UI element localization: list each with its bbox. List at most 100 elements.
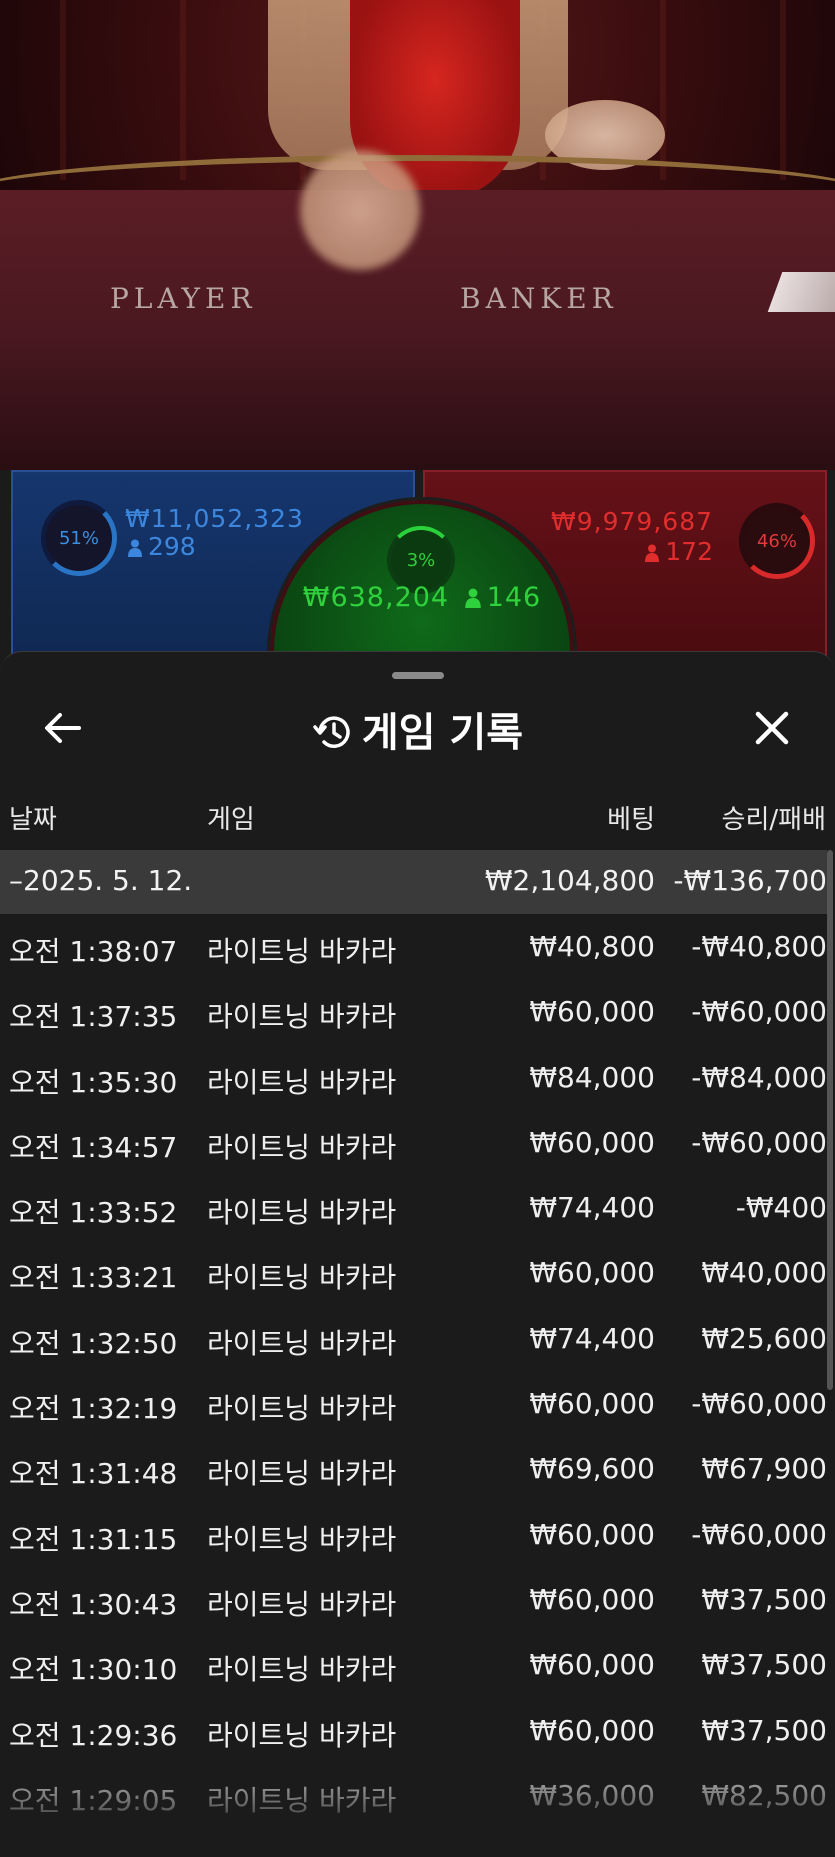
- banker-percent-ring: 46%: [739, 503, 815, 579]
- tie-percent: 3%: [406, 549, 436, 571]
- player-percent: 51%: [58, 527, 99, 549]
- row-bet: ₩60,000: [529, 1387, 655, 1421]
- row-game: 라이트닝 바카라: [207, 1000, 397, 1034]
- row-result: ₩37,500: [701, 1648, 827, 1682]
- table-label-banker: BANKER: [460, 282, 618, 315]
- history-row[interactable]: 오전 1:37:35 라이트닝 바카라 ₩60,000 -₩60,000: [0, 979, 827, 1044]
- row-bet: ₩36,000: [529, 1778, 655, 1812]
- collapse-indicator: –: [9, 864, 23, 897]
- history-row[interactable]: 오전 1:35:30 라이트닝 바카라 ₩84,000 -₩84,000: [0, 1045, 827, 1110]
- column-header-bet: 베팅: [607, 805, 655, 835]
- history-row[interactable]: 오전 1:32:50 라이트닝 바카라 ₩74,400 ₩25,600: [0, 1306, 827, 1371]
- row-time: 오전 1:38:07: [9, 935, 178, 968]
- row-bet: ₩60,000: [529, 1517, 655, 1551]
- history-row[interactable]: 오전 1:29:05 라이트닝 바카라 ₩36,000 ₩82,500: [0, 1763, 827, 1828]
- row-bet: ₩74,400: [529, 1321, 655, 1355]
- row-time: 오전 1:31:15: [9, 1522, 178, 1556]
- row-game: 라이트닝 바카라: [207, 1718, 397, 1752]
- row-time: 오전 1:31:48: [9, 1457, 178, 1491]
- player-bettor-count: 298: [128, 532, 196, 561]
- history-row[interactable]: 오전 1:29:36 라이트닝 바카라 ₩60,000 ₩37,500: [0, 1698, 827, 1763]
- row-bet: ₩74,400: [529, 1191, 655, 1225]
- history-row[interactable]: 오전 1:33:52 라이트닝 바카라 ₩74,400 -₩400: [0, 1175, 827, 1240]
- banker-bettor-count-value: 172: [665, 537, 713, 566]
- sheet-title: 게임 기록: [0, 700, 835, 758]
- row-game: 라이트닝 바카라: [207, 935, 397, 968]
- banker-bettor-count: 172: [645, 537, 713, 566]
- row-result: -₩60,000: [691, 995, 827, 1029]
- day-bet-total: ₩2,104,800: [484, 864, 655, 897]
- banker-bet-amount: ₩9,979,687: [551, 507, 713, 536]
- person-icon: [128, 539, 142, 557]
- column-header-win-loss: 승리/패배: [721, 805, 826, 835]
- live-video-feed: PLAYER BANKER: [0, 0, 835, 470]
- row-bet: ₩60,000: [529, 995, 655, 1029]
- history-row[interactable]: 오전 1:38:07 라이트닝 바카라 ₩40,800 -₩40,800: [0, 914, 827, 979]
- player-percent-ring: 51%: [41, 500, 117, 576]
- bet-statistics: 51% ₩11,052,323 298 ₩9,979,687 172 46% 3…: [0, 470, 835, 804]
- day-win-loss-total: -₩136,700: [673, 864, 827, 897]
- table-label-player: PLAYER: [110, 282, 257, 315]
- row-result: -₩60,000: [691, 1517, 827, 1551]
- row-game: 라이트닝 바카라: [207, 1065, 397, 1099]
- row-bet: ₩60,000: [529, 1582, 655, 1616]
- row-bet: ₩60,000: [529, 1713, 655, 1747]
- history-row[interactable]: 오전 1:33:21 라이트닝 바카라 ₩60,000 ₩40,000: [0, 1240, 827, 1305]
- row-time: 오전 1:29:36: [9, 1718, 178, 1752]
- person-icon: [464, 588, 481, 608]
- row-game: 라이트닝 바카라: [207, 1587, 397, 1621]
- row-game: 라이트닝 바카라: [207, 1783, 397, 1817]
- row-time: 오전 1:32:19: [9, 1392, 178, 1426]
- history-row[interactable]: 오전 1:30:10 라이트닝 바카라 ₩60,000 ₩37,500: [0, 1632, 827, 1697]
- row-time: 오전 1:33:21: [9, 1261, 178, 1295]
- dealer-hand-blurred: [300, 150, 420, 270]
- history-row[interactable]: 오전 1:31:48 라이트닝 바카라 ₩69,600 ₩67,900: [0, 1436, 827, 1501]
- row-bet: ₩60,000: [529, 1125, 655, 1159]
- history-row[interactable]: 오전 1:31:15 라이트닝 바카라 ₩60,000 -₩60,000: [0, 1502, 827, 1567]
- row-time: 오전 1:35:30: [9, 1065, 178, 1099]
- row-game: 라이트닝 바카라: [207, 1196, 397, 1230]
- row-time: 오전 1:30:10: [9, 1653, 178, 1687]
- row-result: ₩82,500: [701, 1778, 827, 1812]
- day-date: –2025. 5. 12.: [9, 864, 192, 897]
- row-game: 라이트닝 바카라: [207, 1130, 397, 1164]
- scrollbar[interactable]: [827, 850, 833, 1390]
- close-button[interactable]: [742, 698, 802, 758]
- person-icon: [645, 544, 660, 562]
- row-bet: ₩60,000: [529, 1256, 655, 1290]
- row-result: ₩37,500: [701, 1582, 827, 1616]
- day-summary-row[interactable]: –2025. 5. 12. ₩2,104,800 -₩136,700: [0, 850, 827, 914]
- row-time: 오전 1:37:35: [9, 1000, 178, 1034]
- row-bet: ₩40,800: [529, 930, 655, 963]
- row-result: -₩40,800: [691, 930, 827, 963]
- row-result: -₩84,000: [691, 1060, 827, 1094]
- row-result: ₩37,500: [701, 1713, 827, 1747]
- row-bet: ₩69,600: [529, 1452, 655, 1486]
- history-icon: [313, 716, 350, 748]
- banker-percent: 46%: [756, 530, 797, 552]
- close-icon: [755, 711, 789, 745]
- row-bet: ₩84,000: [529, 1060, 655, 1094]
- game-history-sheet: 게임 기록 날짜 게임 베팅 승리/패배 –2025. 5. 12. ₩2,10…: [0, 651, 835, 1857]
- baccarat-table: [0, 190, 835, 470]
- player-bettor-count-value: 298: [148, 532, 196, 561]
- row-game: 라이트닝 바카라: [207, 1326, 397, 1360]
- column-header-date: 날짜: [9, 805, 57, 835]
- history-row[interactable]: 오전 1:32:19 라이트닝 바카라 ₩60,000 -₩60,000: [0, 1371, 827, 1436]
- row-game: 라이트닝 바카라: [207, 1457, 397, 1491]
- row-game: 라이트닝 바카라: [207, 1653, 397, 1687]
- tie-bettor-count: 146: [486, 582, 542, 613]
- row-game: 라이트닝 바카라: [207, 1522, 397, 1556]
- row-time: 오전 1:34:57: [9, 1130, 178, 1164]
- day-date-value: 2025. 5. 12.: [23, 864, 193, 897]
- history-row[interactable]: 오전 1:30:43 라이트닝 바카라 ₩60,000 ₩37,500: [0, 1567, 827, 1632]
- tie-bet-summary: ₩638,204 146: [298, 582, 546, 613]
- row-result: -₩400: [735, 1191, 827, 1225]
- drag-handle[interactable]: [392, 672, 444, 679]
- history-list: 오전 1:38:07 라이트닝 바카라 ₩40,800 -₩40,800 오전 1:3…: [0, 914, 827, 1828]
- history-row[interactable]: 오전 1:34:57 라이트닝 바카라 ₩60,000 -₩60,000: [0, 1110, 827, 1175]
- row-result: -₩60,000: [691, 1125, 827, 1159]
- column-header-game: 게임: [207, 805, 255, 835]
- row-game: 라이트닝 바카라: [207, 1261, 397, 1295]
- row-game: 라이트닝 바카라: [207, 1392, 397, 1426]
